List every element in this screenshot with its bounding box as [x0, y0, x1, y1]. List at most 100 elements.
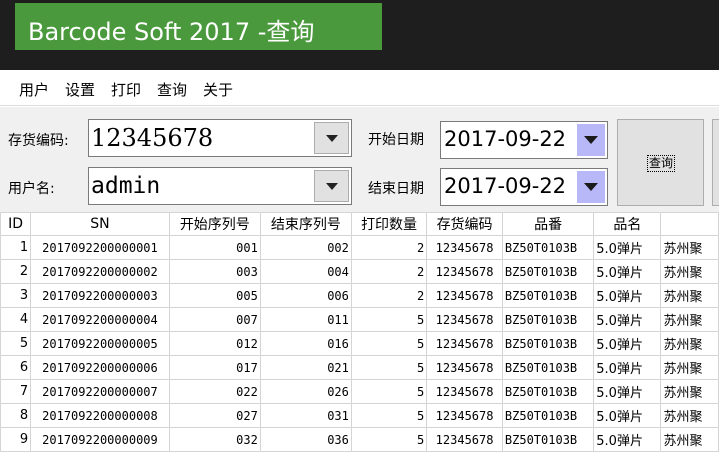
- cell-id[interactable]: 1: [0, 235, 32, 260]
- table-row[interactable]: 9 2017092200000009 032 036 5 12345678 BZ50T010…: [0, 427, 719, 452]
- cell-item-code[interactable]: 12345678: [426, 403, 503, 428]
- cell-extra[interactable]: 苏州聚: [660, 331, 719, 356]
- cell-sn[interactable]: 2017092200000009: [30, 427, 170, 452]
- cell-part-no[interactable]: BZ50T0103B: [501, 331, 595, 356]
- cell-id[interactable]: 4: [0, 307, 32, 332]
- cell-product-name[interactable]: 5.0弹片: [593, 235, 662, 260]
- cell-end-serial[interactable]: 021: [259, 355, 352, 380]
- cell-part-no[interactable]: BZ50T0103B: [501, 283, 595, 308]
- column-header[interactable]: [660, 212, 719, 236]
- table-row[interactable]: 5 2017092200000005 012 016 5 12345678 BZ50T010…: [0, 331, 719, 356]
- user-dropdown-button[interactable]: [314, 170, 349, 202]
- cell-print-qty[interactable]: 5: [350, 307, 428, 332]
- menu-settings[interactable]: 设置: [65, 79, 95, 100]
- cell-item-code[interactable]: 12345678: [426, 427, 503, 452]
- cell-product-name[interactable]: 5.0弹片: [593, 331, 662, 356]
- user-combo[interactable]: admin: [88, 167, 352, 205]
- column-header[interactable]: 打印数量: [350, 212, 428, 236]
- query-button[interactable]: 查询: [617, 119, 704, 206]
- cell-extra[interactable]: 苏州聚: [660, 283, 719, 308]
- cell-print-qty[interactable]: 5: [350, 427, 428, 452]
- cell-part-no[interactable]: BZ50T0103B: [501, 235, 595, 260]
- table-row[interactable]: 3 2017092200000003 005 006 2 12345678 BZ50T010…: [0, 283, 719, 308]
- cell-end-serial[interactable]: 036: [259, 427, 352, 452]
- cell-id[interactable]: 7: [0, 379, 32, 404]
- cell-item-code[interactable]: 12345678: [426, 331, 503, 356]
- partial-button[interactable]: [712, 119, 719, 206]
- cell-start-serial[interactable]: 027: [168, 403, 261, 428]
- column-header[interactable]: 开始序列号: [168, 212, 261, 236]
- cell-part-no[interactable]: BZ50T0103B: [501, 355, 595, 380]
- cell-print-qty[interactable]: 2: [350, 259, 428, 284]
- cell-print-qty[interactable]: 2: [350, 283, 428, 308]
- cell-product-name[interactable]: 5.0弹片: [593, 355, 662, 380]
- cell-start-serial[interactable]: 032: [168, 427, 261, 452]
- cell-end-serial[interactable]: 016: [259, 331, 352, 356]
- cell-part-no[interactable]: BZ50T0103B: [501, 403, 595, 428]
- cell-start-serial[interactable]: 017: [168, 355, 261, 380]
- column-header[interactable]: 结束序列号: [259, 212, 352, 236]
- cell-start-serial[interactable]: 022: [168, 379, 261, 404]
- cell-sn[interactable]: 2017092200000003: [30, 283, 170, 308]
- menu-query[interactable]: 查询: [157, 79, 187, 100]
- cell-sn[interactable]: 2017092200000006: [30, 355, 170, 380]
- cell-item-code[interactable]: 12345678: [426, 355, 503, 380]
- cell-start-serial[interactable]: 012: [168, 331, 261, 356]
- cell-extra[interactable]: 苏州聚: [660, 427, 719, 452]
- cell-print-qty[interactable]: 5: [350, 403, 428, 428]
- cell-id[interactable]: 3: [0, 283, 32, 308]
- table-row[interactable]: 7 2017092200000007 022 026 5 12345678 BZ50T010…: [0, 379, 719, 404]
- table-row[interactable]: 6 2017092200000006 017 021 5 12345678 BZ50T010…: [0, 355, 719, 380]
- cell-end-serial[interactable]: 004: [259, 259, 352, 284]
- cell-item-code[interactable]: 12345678: [426, 259, 503, 284]
- cell-extra[interactable]: 苏州聚: [660, 355, 719, 380]
- cell-extra[interactable]: 苏州聚: [660, 379, 719, 404]
- cell-part-no[interactable]: BZ50T0103B: [501, 307, 595, 332]
- cell-product-name[interactable]: 5.0弹片: [593, 307, 662, 332]
- cell-part-no[interactable]: BZ50T0103B: [501, 379, 595, 404]
- cell-start-serial[interactable]: 005: [168, 283, 261, 308]
- table-row[interactable]: 8 2017092200000008 027 031 5 12345678 BZ50T010…: [0, 403, 719, 428]
- cell-end-serial[interactable]: 002: [259, 235, 352, 260]
- column-header[interactable]: ID: [0, 212, 32, 236]
- start-date-picker[interactable]: 2017-09-22: [440, 121, 608, 159]
- cell-part-no[interactable]: BZ50T0103B: [501, 427, 595, 452]
- cell-id[interactable]: 5: [0, 331, 32, 356]
- column-header[interactable]: 品番: [501, 212, 595, 236]
- start-date-dropdown-button[interactable]: [577, 124, 605, 156]
- cell-start-serial[interactable]: 003: [168, 259, 261, 284]
- end-date-dropdown-button[interactable]: [577, 171, 605, 203]
- cell-extra[interactable]: 苏州聚: [660, 307, 719, 332]
- cell-print-qty[interactable]: 2: [350, 235, 428, 260]
- cell-product-name[interactable]: 5.0弹片: [593, 427, 662, 452]
- cell-product-name[interactable]: 5.0弹片: [593, 283, 662, 308]
- table-row[interactable]: 4 2017092200000004 007 011 5 12345678 BZ50T010…: [0, 307, 719, 332]
- cell-product-name[interactable]: 5.0弹片: [593, 259, 662, 284]
- column-header[interactable]: SN: [30, 212, 170, 236]
- menu-user[interactable]: 用户: [19, 79, 49, 100]
- cell-end-serial[interactable]: 011: [259, 307, 352, 332]
- cell-print-qty[interactable]: 5: [350, 331, 428, 356]
- cell-item-code[interactable]: 12345678: [426, 235, 503, 260]
- cell-product-name[interactable]: 5.0弹片: [593, 403, 662, 428]
- item-code-combo[interactable]: 12345678: [88, 119, 352, 157]
- table-row[interactable]: 1 2017092200000001 001 002 2 12345678 BZ50T010…: [0, 235, 719, 260]
- cell-print-qty[interactable]: 5: [350, 379, 428, 404]
- cell-id[interactable]: 8: [0, 403, 32, 428]
- cell-sn[interactable]: 2017092200000008: [30, 403, 170, 428]
- column-header[interactable]: 存货编码: [426, 212, 503, 236]
- cell-start-serial[interactable]: 007: [168, 307, 261, 332]
- cell-id[interactable]: 6: [0, 355, 32, 380]
- menu-about[interactable]: 关于: [203, 79, 233, 100]
- cell-start-serial[interactable]: 001: [168, 235, 261, 260]
- cell-end-serial[interactable]: 026: [259, 379, 352, 404]
- cell-extra[interactable]: 苏州聚: [660, 403, 719, 428]
- item-code-dropdown-button[interactable]: [314, 122, 349, 154]
- cell-extra[interactable]: 苏州聚: [660, 259, 719, 284]
- cell-sn[interactable]: 2017092200000001: [30, 235, 170, 260]
- cell-item-code[interactable]: 12345678: [426, 379, 503, 404]
- cell-sn[interactable]: 2017092200000007: [30, 379, 170, 404]
- cell-sn[interactable]: 2017092200000002: [30, 259, 170, 284]
- cell-end-serial[interactable]: 006: [259, 283, 352, 308]
- cell-sn[interactable]: 2017092200000004: [30, 307, 170, 332]
